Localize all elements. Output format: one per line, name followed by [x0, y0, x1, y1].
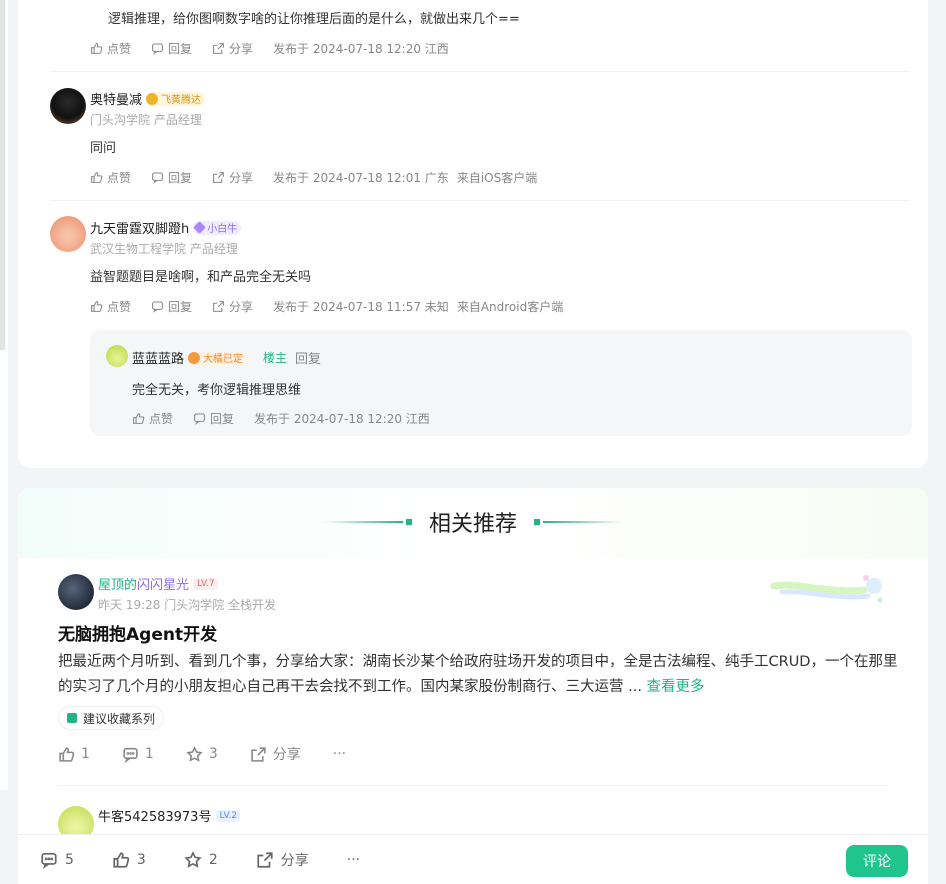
comment-author-info: 武汉生物工程学院 产品经理 [90, 242, 238, 256]
reply-actions: 点赞 回复 发布于 2024-07-18 12:20 江西 [132, 410, 438, 427]
comment-icon [194, 413, 205, 425]
user-badge: 大橘已定 [188, 350, 248, 365]
like-count-button[interactable]: 3 [112, 851, 146, 869]
thumb-up-icon [59, 746, 75, 762]
thumb-up-icon [91, 43, 103, 54]
more-options-icon[interactable]: ··· [333, 746, 346, 762]
recommend-card: 相关推荐 屋顶的 闪闪星光 LV.7 昨天 19:28 门头沟学院 全栈开发 无脑… [18, 488, 928, 884]
owner-tag: 楼主 [263, 351, 288, 365]
recommend-header: 相关推荐 [18, 506, 928, 538]
decor-square [534, 519, 540, 525]
comment-client: 来自Android客户端 [456, 300, 564, 314]
share-button[interactable]: 分享 [212, 169, 253, 186]
divider [58, 785, 888, 786]
level-badge: LV.7 [194, 577, 218, 590]
like-button[interactable]: 点赞 [90, 169, 131, 186]
reply-button[interactable]: 回复 [151, 169, 192, 186]
reply-button[interactable]: 回复 [151, 298, 192, 315]
post-actions: 1 1 3 分享 ··· [58, 744, 378, 764]
diamond-icon [193, 221, 207, 234]
post-like-button[interactable]: 1 [58, 746, 90, 763]
reply-link[interactable]: 回复 [295, 348, 321, 367]
post-star-button[interactable]: 3 [186, 745, 218, 763]
tag-icon [67, 713, 77, 723]
post-share-button[interactable]: 分享 [250, 744, 301, 764]
star-count-button[interactable]: 2 [184, 850, 218, 869]
comment-icon [152, 301, 163, 313]
user-badge: 小白牛 [193, 220, 242, 235]
comment-meta: 发布于 2024-07-18 12:20 江西 [273, 42, 449, 56]
avatar[interactable] [50, 88, 86, 124]
thumb-up-icon [133, 413, 145, 424]
comment-text: 同问 [90, 141, 117, 156]
comment-text-cut: 逻辑推理，给你图啊数字啥的让你推理后面的是什么，就做出来几个== [108, 12, 520, 27]
avatar[interactable] [50, 216, 86, 252]
post-title[interactable]: 无脑拥抱Agent开发 [58, 620, 217, 645]
divider [50, 71, 910, 72]
reply-author: 蓝蓝蓝路 大橘已定 楼主 回复 [132, 348, 321, 367]
comments-count-button[interactable]: 5 [40, 851, 74, 869]
comment-author[interactable]: 奥特曼减 飞黄腾达 [90, 89, 206, 108]
reply-author-name[interactable]: 蓝蓝蓝路 [132, 348, 184, 367]
comment-actions: 点赞 回复 分享 发布于 2024-07-18 11:57 未知 来自Andro… [90, 298, 571, 315]
star-icon [184, 850, 202, 868]
share-button[interactable]: 分享 [212, 40, 253, 57]
comment-icon [41, 852, 57, 869]
share-button[interactable]: 分享 [212, 298, 253, 315]
comment-meta: 发布于 2024-07-18 12:01 广东 [273, 171, 449, 185]
comment-author[interactable]: 九天雷霆双脚蹬h 小白牛 [90, 218, 242, 237]
post-excerpt[interactable]: 把最近两个月听到、看到几个事，分享给大家：湖南长沙某个给政府驻场开发的项目中，全… [58, 650, 898, 700]
post-tag[interactable]: 建议收藏系列 [58, 706, 165, 730]
decor-line [543, 521, 623, 523]
post-author[interactable]: 屋顶的 闪闪星光 LV.7 [98, 574, 218, 593]
comment-meta: 发布于 2024-07-18 11:57 未知 [273, 300, 449, 314]
divider [50, 200, 910, 201]
recommend-title: 相关推荐 [428, 512, 517, 537]
bottom-action-bar: 5 3 2 分享 ··· 评论 [18, 834, 928, 884]
write-comment-button[interactable]: 评论 [846, 845, 908, 877]
reply-button[interactable]: 回复 [151, 40, 192, 57]
level-badge: LV.2 [216, 809, 241, 822]
left-scroll-edge [0, 0, 5, 350]
post-meta: 昨天 19:28 门头沟学院 全栈开发 [98, 598, 277, 612]
comment-actions: 点赞 回复 分享 发布于 2024-07-18 12:20 江西 [90, 40, 457, 57]
post-comment-button[interactable]: 1 [122, 746, 154, 763]
comment-icon [123, 747, 138, 763]
read-more-link[interactable]: 查看更多 [647, 679, 705, 695]
like-button[interactable]: 点赞 [90, 298, 131, 315]
comment-icon [152, 172, 163, 184]
decor-square [405, 519, 412, 525]
comment-client: 来自iOS客户端 [456, 171, 538, 185]
decorative-sparkle-icon [770, 575, 883, 603]
share-icon [251, 746, 266, 762]
like-button[interactable]: 点赞 [90, 40, 131, 57]
more-options-icon[interactable]: ··· [347, 852, 360, 868]
reply-button[interactable]: 回复 [193, 410, 234, 427]
share-icon [213, 301, 224, 312]
like-button[interactable]: 点赞 [132, 410, 173, 427]
thumb-up-icon [113, 851, 130, 868]
avatar[interactable] [106, 345, 128, 367]
medal-icon [146, 92, 159, 105]
reply-text: 完全无关，考你逻辑推理思维 [132, 383, 302, 398]
avatar[interactable] [58, 574, 94, 610]
thumb-up-icon [91, 301, 103, 312]
share-icon [213, 172, 224, 183]
comment-icon [152, 43, 163, 55]
medal-icon [188, 351, 201, 364]
user-badge: 飞黄腾达 [146, 91, 206, 106]
thumb-up-icon [91, 172, 103, 183]
star-icon [186, 745, 203, 762]
reply-meta: 发布于 2024-07-18 12:20 江西 [254, 412, 430, 426]
share-icon [257, 851, 273, 868]
share-button[interactable]: 分享 [256, 850, 309, 870]
comment-text: 益智题题目是啥啊，和产品完全无关吗 [90, 270, 312, 285]
comment-author-info: 门头沟学院 产品经理 [90, 113, 202, 127]
post-author[interactable]: 牛客542583973号 LV.2 [98, 806, 241, 825]
decor-line [322, 521, 403, 523]
reply-thread: 蓝蓝蓝路 大橘已定 楼主 回复 完全无关，考你逻辑推理思维 点赞 回复 发布于 … [90, 330, 912, 436]
comments-card: 逻辑推理，给你图啊数字啥的让你推理后面的是什么，就做出来几个== 点赞 回复 分… [18, 0, 928, 468]
share-icon [213, 43, 224, 54]
comment-actions: 点赞 回复 分享 发布于 2024-07-18 12:01 广东 来自iOS客户… [90, 169, 545, 186]
